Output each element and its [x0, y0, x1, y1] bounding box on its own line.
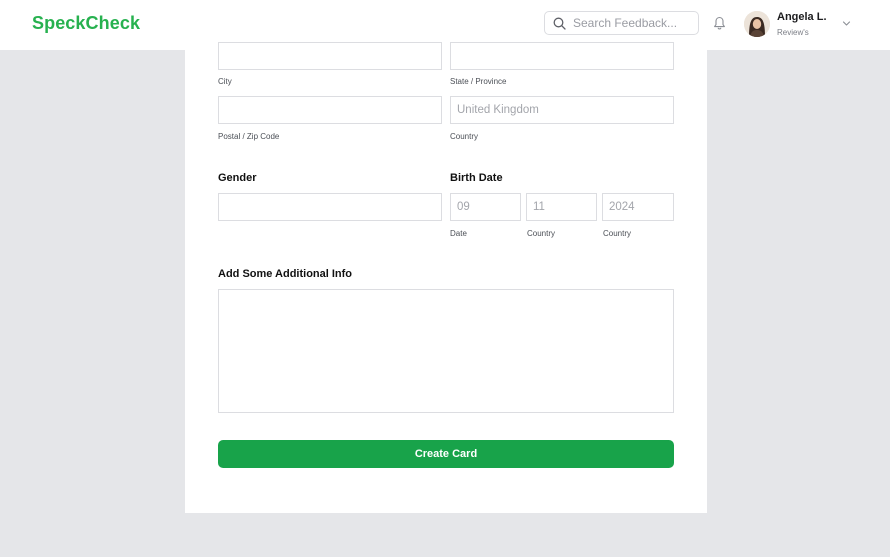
avatar-image	[744, 11, 770, 37]
brand-logo[interactable]: SpeckCheck	[32, 13, 140, 34]
search-box[interactable]	[544, 11, 699, 35]
avatar[interactable]	[744, 11, 770, 37]
gender-input[interactable]	[218, 193, 442, 221]
birth-day-input[interactable]	[450, 193, 521, 221]
postal-code-input[interactable]	[218, 96, 442, 124]
country-input[interactable]	[450, 96, 674, 124]
gender-title: Gender	[218, 172, 257, 184]
user-name: Angela L.	[777, 11, 827, 23]
city-label: City	[218, 77, 232, 86]
postal-code-label: Postal / Zip Code	[218, 132, 280, 141]
bell-icon[interactable]	[713, 16, 726, 31]
birth-day-label: Date	[450, 229, 467, 238]
birth-year-input[interactable]	[602, 193, 674, 221]
birth-month-label: Country	[527, 229, 556, 238]
birth-month-input[interactable]	[526, 193, 597, 221]
birth-year-label: Country	[603, 229, 632, 238]
state-input[interactable]	[450, 42, 674, 70]
user-role: Review's	[777, 28, 809, 37]
top-bar: SpeckCheck Angela L. Review's	[0, 0, 890, 50]
state-label: State / Province	[450, 77, 507, 86]
search-icon	[553, 17, 566, 30]
chevron-down-icon[interactable]	[842, 19, 851, 28]
additional-info-textarea[interactable]	[218, 289, 674, 413]
city-input[interactable]	[218, 42, 442, 70]
birth-date-title: Birth Date	[450, 172, 503, 184]
country-label: Country	[450, 132, 479, 141]
create-card-button[interactable]: Create Card	[218, 440, 674, 468]
search-input[interactable]	[573, 14, 695, 32]
additional-info-title: Add Some Additional Info	[218, 268, 353, 280]
